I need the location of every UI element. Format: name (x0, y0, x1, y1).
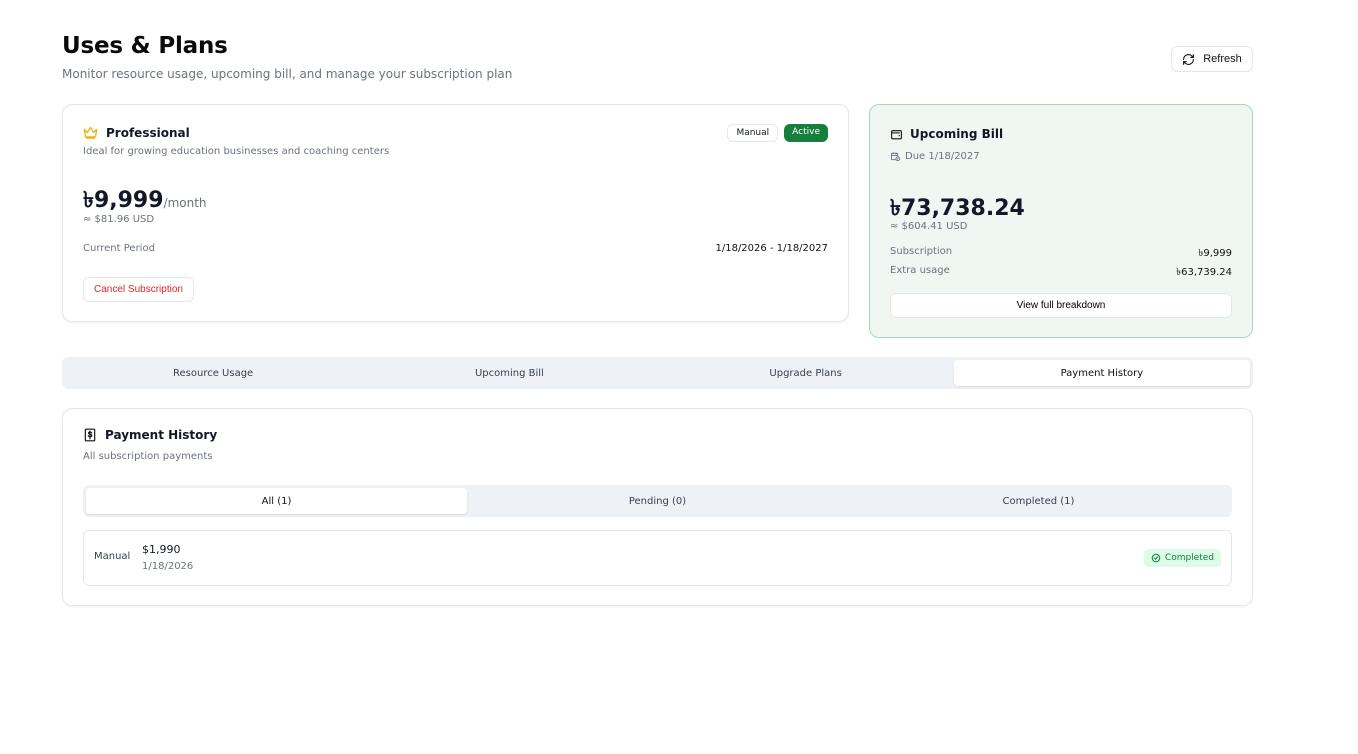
page-title: Uses & Plans (62, 33, 228, 59)
plan-usd-equivalent: ≈ $81.96 USD (83, 214, 155, 225)
page-subtitle: Monitor resource usage, upcoming bill, a… (62, 67, 513, 81)
status-badge: Active (784, 124, 828, 142)
bill-subscription-row: Subscription ৳9,999 (890, 246, 1232, 263)
upcoming-bill-title: Upcoming Bill (910, 127, 1004, 141)
tab-payment-history[interactable]: Payment History (953, 360, 1250, 386)
wallet-icon (890, 128, 903, 141)
crown-icon (83, 125, 98, 140)
filter-all[interactable]: All (1) (86, 488, 467, 514)
filter-completed[interactable]: Completed (1) (848, 488, 1229, 514)
bill-due-text: Due 1/18/2027 (905, 151, 980, 162)
tab-upcoming-bill[interactable]: Upcoming Bill (361, 360, 657, 386)
bill-row-label: Extra usage (890, 265, 950, 276)
bill-due-date: Due 1/18/2027 (890, 151, 980, 162)
check-circle-icon (1151, 553, 1161, 563)
payment-filter-tabs: All (1) Pending (0) Completed (1) (83, 485, 1232, 517)
bill-extra-usage-row: Extra usage ৳63,739.24 (890, 265, 1232, 282)
bill-row-value: ৳9,999 (1198, 248, 1232, 259)
payment-amount: $1,990 (142, 543, 181, 556)
payment-history-title: Payment History (105, 428, 218, 442)
view-full-breakdown-button[interactable]: View full breakdown (890, 293, 1232, 318)
bill-usd-equivalent: ≈ $604.41 USD (890, 221, 968, 232)
tab-upgrade-plans[interactable]: Upgrade Plans (658, 360, 954, 386)
main-tabs: Resource Usage Upcoming Bill Upgrade Pla… (62, 357, 1253, 389)
payment-status-text: Completed (1164, 553, 1214, 563)
cancel-subscription-button[interactable]: Cancel Subscription (83, 277, 194, 302)
payment-status-badge: Completed (1143, 549, 1221, 567)
refresh-icon (1182, 53, 1195, 66)
plan-description: Ideal for growing education businesses a… (83, 146, 390, 157)
filter-pending[interactable]: Pending (0) (467, 488, 848, 514)
plan-price-period: /month (163, 196, 207, 210)
tab-resource-usage[interactable]: Resource Usage (65, 360, 361, 386)
bill-row-label: Subscription (890, 246, 953, 257)
calendar-clock-icon (890, 151, 901, 162)
current-period-value: 1/18/2026 - 1/18/2027 (715, 243, 828, 254)
current-period-label: Current Period (83, 243, 155, 254)
payment-method: Manual (94, 551, 131, 562)
page-header: Uses & Plans Monitor resource usage, upc… (62, 33, 1253, 85)
receipt-dollar-icon (83, 428, 97, 442)
current-plan-card: Professional Ideal for growing education… (62, 104, 849, 322)
manual-badge: Manual (727, 124, 779, 142)
payment-history-subtitle: All subscription payments (83, 451, 213, 462)
bill-row-value: ৳63,739.24 (1176, 267, 1232, 278)
payment-row[interactable]: Manual $1,990 1/18/2026 Completed (83, 530, 1232, 586)
refresh-button[interactable]: Refresh (1171, 46, 1253, 72)
payment-date: 1/18/2026 (142, 561, 194, 572)
upcoming-bill-card: Upcoming Bill Due 1/18/2027 ৳73,738.24 ≈… (869, 104, 1253, 338)
plan-name: Professional (106, 125, 190, 140)
payment-history-card: Payment History All subscription payment… (62, 408, 1253, 606)
refresh-label: Refresh (1203, 53, 1242, 65)
